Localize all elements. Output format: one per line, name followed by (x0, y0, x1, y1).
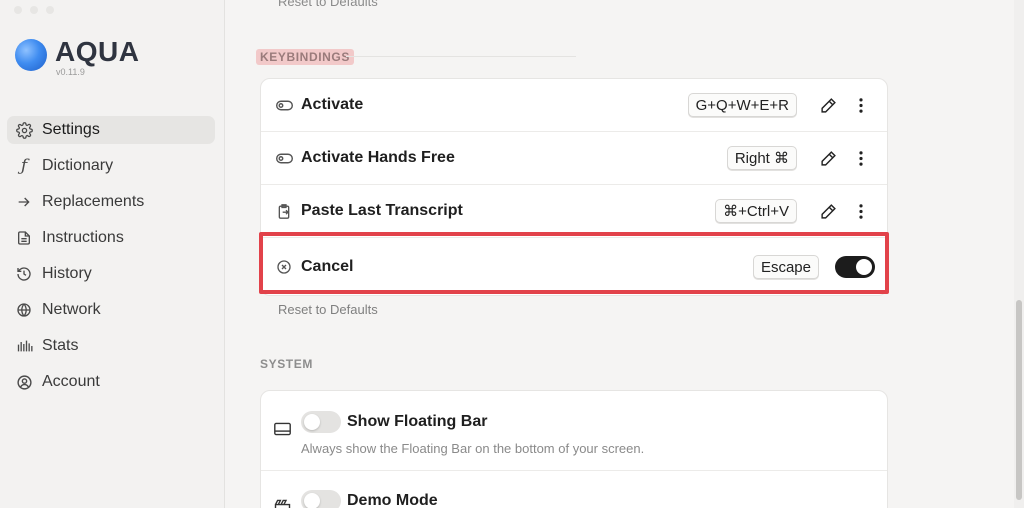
cancel-enabled-toggle[interactable] (835, 256, 875, 278)
row-divider (261, 470, 887, 471)
sidebar-item-label: Replacements (42, 193, 145, 210)
clipboard-icon (275, 202, 293, 220)
show-floating-bar-toggle[interactable] (301, 411, 341, 433)
keybinding-shortcut[interactable]: Escape (752, 255, 819, 279)
sidebar-item-label: Network (42, 301, 101, 318)
arrow-right-icon (15, 193, 33, 211)
logo-orb-icon (15, 39, 47, 71)
keybinding-shortcut[interactable]: ⌘+Ctrl+V (715, 199, 797, 223)
main-content: Reset to Defaults KEYBINDINGS Activate G… (226, 0, 1024, 508)
sidebar-item-history[interactable]: History (7, 260, 215, 288)
pencil-icon[interactable] (819, 149, 837, 167)
sidebar-item-settings[interactable]: Settings (7, 116, 215, 144)
keybinding-row-cancel: Cancel Escape (261, 238, 887, 296)
sidebar-item-label: Account (42, 373, 100, 390)
app-name: AQUA (55, 36, 140, 67)
toggle-knob (856, 259, 872, 275)
system-card: Show Floating Bar Always show the Floati… (260, 390, 888, 508)
sidebar-item-stats[interactable]: Stats (7, 332, 215, 360)
keybinding-label: Paste Last Transcript (301, 202, 463, 219)
close-window-dot[interactable] (14, 6, 22, 14)
sidebar-item-label: Instructions (42, 229, 124, 246)
keybinding-shortcut[interactable]: Right ⌘ (726, 146, 797, 170)
user-circle-icon (15, 373, 33, 391)
x-circle-icon (275, 258, 293, 276)
toggle-pill-icon (275, 96, 293, 114)
app-version: v0.11.9 (56, 67, 85, 77)
sidebar-item-label: Settings (42, 121, 100, 138)
history-icon (15, 265, 33, 283)
keybinding-label: Activate (301, 96, 364, 113)
sidebar-item-label: Stats (42, 337, 79, 354)
sidebar-nav: Settings ƒ Dictionary Replacements Instr… (7, 116, 215, 404)
bars-icon (15, 337, 33, 355)
gear-icon (15, 121, 33, 139)
reset-to-defaults-top[interactable]: Reset to Defaults (278, 0, 378, 9)
keybindings-section-title: KEYBINDINGS (256, 49, 354, 65)
more-vertical-icon[interactable] (857, 150, 865, 166)
keybindings-card: Activate G+Q+W+E+R Activate Hands Free R… (260, 78, 888, 296)
zoom-window-dot[interactable] (46, 6, 54, 14)
script-f-icon: ƒ (20, 156, 28, 176)
card-icon (274, 422, 291, 441)
sidebar-item-label: History (42, 265, 92, 282)
scrollbar[interactable] (1014, 0, 1024, 508)
sidebar-item-replacements[interactable]: Replacements (7, 188, 215, 216)
keybinding-row-paste-last-transcript: Paste Last Transcript ⌘+Ctrl+V (261, 185, 887, 238)
system-row-description: Always show the Floating Bar on the bott… (301, 441, 645, 456)
minimize-window-dot[interactable] (30, 6, 38, 14)
keybinding-row-activate: Activate G+Q+W+E+R (261, 79, 887, 132)
system-row-title: Demo Mode (347, 492, 438, 508)
keybinding-shortcut[interactable]: G+Q+W+E+R (687, 93, 797, 117)
system-section-title: SYSTEM (260, 357, 313, 371)
keybinding-label: Cancel (301, 258, 354, 275)
more-vertical-icon[interactable] (857, 97, 865, 113)
globe-icon (15, 301, 33, 319)
sidebar-item-label: Dictionary (42, 157, 114, 174)
system-row-title: Show Floating Bar (347, 413, 488, 430)
demo-mode-toggle[interactable] (301, 490, 341, 508)
section-divider (346, 56, 576, 57)
document-icon (15, 229, 33, 247)
sidebar-item-dictionary[interactable]: ƒ Dictionary (7, 152, 215, 180)
pencil-icon[interactable] (819, 202, 837, 220)
pencil-icon[interactable] (819, 96, 837, 114)
toggle-knob (304, 414, 320, 430)
scrollbar-thumb[interactable] (1016, 300, 1022, 500)
clapper-icon (274, 499, 291, 508)
more-vertical-icon[interactable] (857, 203, 865, 219)
reset-to-defaults-keybindings[interactable]: Reset to Defaults (278, 302, 378, 317)
sidebar-item-network[interactable]: Network (7, 296, 215, 324)
keybinding-row-activate-hands-free: Activate Hands Free Right ⌘ (261, 132, 887, 185)
keybinding-label: Activate Hands Free (301, 149, 455, 166)
toggle-pill-icon (275, 149, 293, 167)
sidebar: AQUA v0.11.9 Settings ƒ Dictionary Repla… (0, 0, 225, 508)
toggle-knob (304, 493, 320, 508)
sidebar-item-instructions[interactable]: Instructions (7, 224, 215, 252)
sidebar-item-account[interactable]: Account (7, 368, 215, 396)
window-controls (14, 6, 54, 14)
